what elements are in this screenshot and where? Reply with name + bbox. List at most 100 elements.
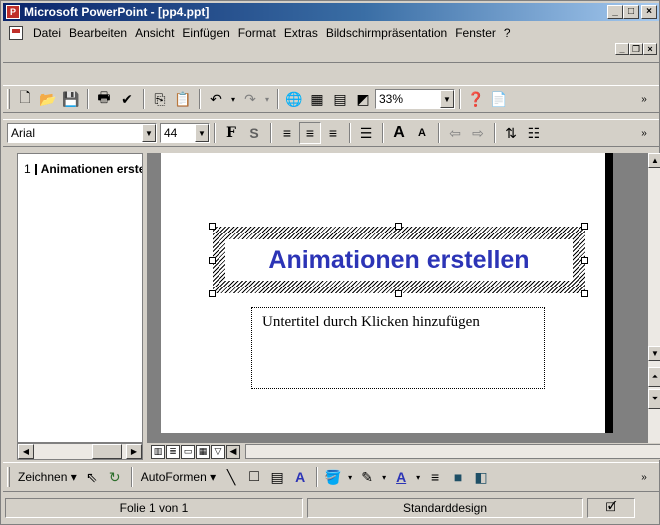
draw-menu-button[interactable]: Zeichnen ▾ xyxy=(14,470,81,484)
print-icon[interactable]: 🖶 xyxy=(93,88,115,110)
line-color-dropdown-icon[interactable]: ▾ xyxy=(379,466,389,488)
font-name-dropdown-icon[interactable]: ▼ xyxy=(142,124,156,142)
redo-dropdown-icon[interactable]: ▾ xyxy=(262,88,272,110)
slide-vertical-scrollbar[interactable]: ▲ ▼ ⏶ ⏷ xyxy=(647,153,660,443)
decrease-font-size-icon[interactable]: A xyxy=(411,122,433,144)
powerpoint-app-icon[interactable]: P xyxy=(6,5,20,19)
fill-color-dropdown-icon[interactable]: ▾ xyxy=(345,466,355,488)
line-style-icon[interactable]: ≡ xyxy=(424,466,446,488)
slide-horizontal-scrollbar[interactable] xyxy=(245,444,660,459)
demote-icon[interactable]: ⇨ xyxy=(467,122,489,144)
help-icon[interactable]: ❓ xyxy=(465,88,487,110)
resize-handle[interactable] xyxy=(581,257,588,264)
resize-handle[interactable] xyxy=(209,223,216,230)
undo-icon[interactable]: ↶ xyxy=(205,88,227,110)
fill-color-icon[interactable]: 🪣 xyxy=(322,466,344,488)
resize-handle[interactable] xyxy=(209,257,216,264)
new-slide-icon[interactable]: ☷ xyxy=(523,122,545,144)
wordart-icon[interactable]: A xyxy=(289,466,311,488)
resize-handle[interactable] xyxy=(395,290,402,297)
redo-icon[interactable]: ↷ xyxy=(239,88,261,110)
maximize-button[interactable]: □ xyxy=(623,5,639,19)
font-name-select[interactable]: Arial ▼ xyxy=(7,123,157,143)
slide-show-icon[interactable]: ▽ xyxy=(211,444,225,459)
design-template-status[interactable]: Standarddesign xyxy=(307,498,583,518)
menu-extras[interactable]: Extras xyxy=(280,26,322,40)
new-document-icon[interactable]: 🗋 xyxy=(14,88,36,110)
rectangle-tool-icon[interactable]: □ xyxy=(243,466,265,488)
free-rotate-icon[interactable]: ↻ xyxy=(104,466,126,488)
slide-canvas[interactable]: Animationen erstellen Untertitel durch K… xyxy=(161,153,605,433)
autoshapes-menu-button[interactable]: AutoFormen ▾ xyxy=(137,470,220,484)
slide-view-icon[interactable]: ▭ xyxy=(181,444,195,459)
3d-style-icon[interactable]: ◧ xyxy=(470,466,492,488)
insert-table-icon[interactable]: ▦ xyxy=(306,88,328,110)
normal-view-icon[interactable]: ▥ xyxy=(151,444,165,459)
doc-restore-button[interactable]: ❐ xyxy=(629,43,643,55)
animation-effects-icon[interactable]: ⇅ xyxy=(500,122,522,144)
previous-slide-icon[interactable]: ⏶ xyxy=(648,367,660,387)
scroll-down-icon[interactable]: ▼ xyxy=(648,346,660,361)
acrobat-pdf-icon[interactable]: 📄 xyxy=(488,88,510,110)
bullets-icon[interactable]: ☰ xyxy=(355,122,377,144)
outline-view-icon[interactable]: ≣ xyxy=(166,444,180,459)
menu-datei[interactable]: Datei xyxy=(29,26,65,40)
scroll-right-icon[interactable]: ▶ xyxy=(126,444,142,459)
menu-fenster[interactable]: Fenster xyxy=(451,26,500,40)
next-slide-icon[interactable]: ⏷ xyxy=(648,389,660,409)
resize-handle[interactable] xyxy=(581,290,588,297)
subtitle-placeholder[interactable]: Untertitel durch Klicken hinzufügen xyxy=(251,307,545,389)
subtitle-placeholder-text[interactable]: Untertitel durch Klicken hinzufügen xyxy=(252,308,544,337)
textbox-tool-icon[interactable]: ▤ xyxy=(266,466,288,488)
minimize-button[interactable]: _ xyxy=(607,5,623,19)
doc-close-button[interactable]: × xyxy=(643,43,657,55)
title-bar[interactable]: P Microsoft PowerPoint - [pp4.ppt] _ □ × xyxy=(3,3,659,21)
grayscale-icon[interactable]: ◩ xyxy=(352,88,374,110)
align-center-icon[interactable]: ≡ xyxy=(299,122,321,144)
menu-bearbeiten[interactable]: Bearbeiten xyxy=(65,26,131,40)
format-toolbar-options-chevron-icon[interactable]: » xyxy=(633,122,655,144)
menu-format[interactable]: Format xyxy=(234,26,280,40)
paste-icon[interactable]: 📋 xyxy=(172,88,194,110)
scroll-left-icon[interactable]: ◀ xyxy=(18,444,34,459)
resize-handle[interactable] xyxy=(581,223,588,230)
zoom-select[interactable]: 33% ▼ xyxy=(375,89,455,109)
align-left-icon[interactable]: ≡ xyxy=(276,122,298,144)
scroll-up-icon[interactable]: ▲ xyxy=(648,153,660,168)
promote-icon[interactable]: ⇦ xyxy=(444,122,466,144)
undo-dropdown-icon[interactable]: ▾ xyxy=(228,88,238,110)
line-color-icon[interactable]: ✎ xyxy=(356,466,378,488)
line-tool-icon[interactable]: ╲ xyxy=(220,466,242,488)
title-placeholder[interactable]: Animationen erstellen xyxy=(213,227,585,293)
drawbar-options-chevron-icon[interactable]: » xyxy=(633,466,655,488)
select-pointer-icon[interactable]: ⇖ xyxy=(81,466,103,488)
insert-chart-icon[interactable]: ▤ xyxy=(329,88,351,110)
outline-horizontal-scrollbar[interactable]: ◀ ▶ xyxy=(17,443,143,460)
save-icon[interactable]: 💾 xyxy=(60,88,82,110)
shadow-button[interactable]: S xyxy=(243,122,265,144)
slide-title[interactable]: Animationen erstellen xyxy=(225,239,573,281)
menu-ansicht[interactable]: Ansicht xyxy=(131,26,178,40)
toolbar-grip[interactable] xyxy=(7,89,10,109)
spelling-status-icon[interactable]: 🗹 xyxy=(587,498,635,518)
align-right-icon[interactable]: ≡ xyxy=(322,122,344,144)
toolbar-options-chevron-icon[interactable]: » xyxy=(633,88,655,110)
font-color-dropdown-icon[interactable]: ▾ xyxy=(413,466,423,488)
font-color-icon[interactable]: A xyxy=(390,466,412,488)
bold-button[interactable]: F xyxy=(220,122,242,144)
outline-slide-row[interactable]: 1 Animationen erstellen xyxy=(18,154,142,176)
open-folder-icon[interactable]: 📂 xyxy=(37,88,59,110)
slide-sorter-view-icon[interactable]: ▦ xyxy=(196,444,210,459)
hyperlink-globe-icon[interactable]: 🌐 xyxy=(283,88,305,110)
spellcheck-icon[interactable]: ✔ xyxy=(116,88,138,110)
toolbar-grip[interactable] xyxy=(7,467,10,487)
resize-handle[interactable] xyxy=(395,223,402,230)
hscroll-left-icon[interactable]: ◀ xyxy=(226,444,240,459)
scroll-thumb[interactable] xyxy=(92,444,122,459)
font-size-select[interactable]: 44 ▼ xyxy=(160,123,210,143)
doc-minimize-button[interactable]: _ xyxy=(615,43,629,55)
font-size-dropdown-icon[interactable]: ▼ xyxy=(195,124,209,142)
copy-icon[interactable]: ⎘ xyxy=(149,88,171,110)
outline-pane[interactable]: 1 Animationen erstellen xyxy=(17,153,143,443)
shadow-style-icon[interactable]: ■ xyxy=(447,466,469,488)
